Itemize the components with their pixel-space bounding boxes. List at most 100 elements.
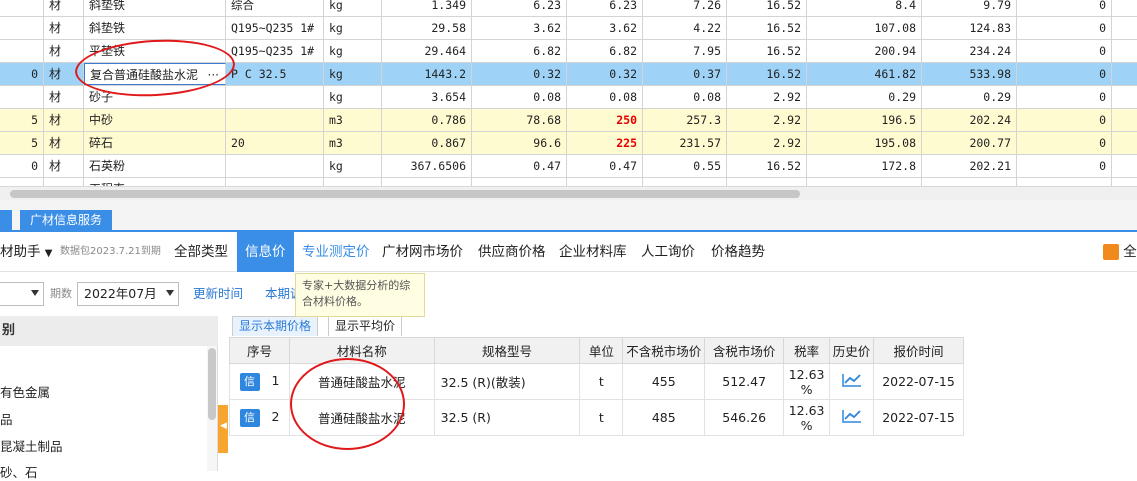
cell-a2[interactable]: 0.29 — [922, 86, 1017, 108]
cell-idx[interactable]: 0 — [0, 155, 44, 177]
scrollbar-thumb[interactable] — [10, 190, 800, 198]
scrollbar-thumb[interactable] — [208, 348, 216, 420]
cell-p3[interactable]: 257.3 — [643, 109, 727, 131]
cell-spec[interactable] — [226, 178, 324, 186]
cell-spec[interactable]: 20 — [226, 132, 324, 154]
cell-a1[interactable]: 461.82 — [807, 63, 922, 85]
cell-unit[interactable]: t — [579, 363, 624, 400]
cell-unit[interactable]: kg — [324, 63, 382, 85]
cell-z[interactable]: 0 — [1017, 17, 1112, 39]
table-row[interactable]: 材斜垫铁 Q195~Q235 1# kg 29.58 3.62 3.62 4.22 16.52… — [0, 17, 1137, 40]
cell-a1[interactable]: 195.08 — [807, 132, 922, 154]
cell-qty[interactable]: 3.654 — [382, 86, 472, 108]
cell-price-ex[interactable]: 485 — [622, 399, 706, 436]
cell-a1[interactable]: 200.94 — [807, 40, 922, 62]
cell-type[interactable] — [44, 178, 84, 186]
cell-tax[interactable]: 2.92 — [727, 132, 807, 154]
assistant-dropdown[interactable]: 材助手 ▼ — [0, 232, 53, 272]
cell-p1[interactable]: 0.08 — [472, 86, 567, 108]
cell-p1[interactable]: 3.62 — [472, 17, 567, 39]
cell-idx[interactable] — [0, 0, 44, 16]
cell-idx[interactable]: 0 — [0, 63, 44, 85]
cell-extra[interactable] — [1112, 63, 1137, 85]
cell-qty[interactable]: 0.867 — [382, 132, 472, 154]
cell-p3[interactable]: 7.26 — [643, 0, 727, 16]
cell-idx[interactable]: 5 — [0, 109, 44, 131]
cell-z[interactable]: 0 — [1017, 132, 1112, 154]
cell-price-in[interactable]: 546.26 — [704, 399, 785, 436]
menu-info-price[interactable]: 信息价 — [237, 232, 294, 272]
menu-expert-price[interactable]: 专业测定价 — [302, 232, 370, 272]
cell-idx[interactable] — [0, 178, 44, 186]
cell-history[interactable] — [829, 399, 875, 436]
cell-a1[interactable]: 196.5 — [807, 109, 922, 131]
menu-price-trend[interactable]: 价格趋势 — [711, 232, 765, 272]
cell-a2[interactable]: 124.83 — [922, 17, 1017, 39]
region-select[interactable] — [0, 282, 44, 306]
cell-name[interactable]: 石英粉 — [84, 155, 226, 177]
cell-extra[interactable] — [1112, 155, 1137, 177]
cell-type[interactable]: 材 — [44, 109, 84, 131]
cell-tax[interactable]: 16.52 — [727, 17, 807, 39]
cell-p2[interactable]: 6.82 — [567, 40, 643, 62]
cell-p1[interactable]: 96.6 — [472, 132, 567, 154]
menu-supplier-price[interactable]: 供应商价格 — [478, 232, 546, 272]
cell-qty[interactable]: 367.6506 — [382, 155, 472, 177]
cell-spec[interactable] — [226, 155, 324, 177]
cell-z[interactable]: 0 — [1017, 86, 1112, 108]
cell-tax[interactable]: 16.52 — [727, 0, 807, 16]
cell-p1[interactable]: 6.23 — [472, 0, 567, 16]
cell-a2[interactable]: 234.24 — [922, 40, 1017, 62]
cell-p2[interactable]: 0.47 — [567, 155, 643, 177]
cell-idx[interactable] — [0, 17, 44, 39]
cell-a2[interactable] — [922, 178, 1017, 186]
cell-p3[interactable]: 0.37 — [643, 63, 727, 85]
cell-extra[interactable] — [1112, 17, 1137, 39]
cell-p1[interactable]: 0.47 — [472, 155, 567, 177]
cell-idx[interactable] — [0, 86, 44, 108]
cell-a2[interactable]: 200.77 — [922, 132, 1017, 154]
cell-spec[interactable]: 32.5 (R)(散装) — [433, 363, 581, 400]
cell-unit[interactable]: m3 — [324, 132, 382, 154]
trend-chart-icon[interactable] — [841, 409, 862, 423]
cell-extra[interactable] — [1112, 40, 1137, 62]
cell-qty[interactable] — [382, 178, 472, 186]
cell-price-ex[interactable]: 455 — [622, 363, 706, 400]
cell-a1[interactable]: 8.4 — [807, 0, 922, 16]
trend-chart-icon[interactable] — [841, 373, 862, 387]
cell-p2[interactable]: 250 — [567, 109, 643, 131]
cell-p3[interactable]: 0.08 — [643, 86, 727, 108]
cell-spec[interactable]: 综合 — [226, 0, 324, 16]
cell-unit[interactable]: kg — [324, 40, 382, 62]
cell-z[interactable]: 0 — [1017, 155, 1112, 177]
cell-extra[interactable] — [1112, 86, 1137, 108]
cell-name[interactable]: 斜垫铁 — [84, 0, 226, 16]
cell-p1[interactable]: 78.68 — [472, 109, 567, 131]
cell-type[interactable]: 材 — [44, 40, 84, 62]
tree-item-nonferrous[interactable]: 有色金属 — [0, 382, 50, 401]
tree-item-concrete[interactable]: 昆凝土制品 — [0, 436, 63, 455]
menu-market-price[interactable]: 广材网市场价 — [382, 232, 463, 272]
cell-history[interactable] — [829, 363, 875, 400]
cell-tax[interactable]: 16.52 — [727, 40, 807, 62]
cell-a2[interactable]: 202.21 — [922, 155, 1017, 177]
cell-name[interactable]: 碎石 — [84, 132, 226, 154]
cell-p3[interactable]: 231.57 — [643, 132, 727, 154]
cell-p1[interactable]: 6.82 — [472, 40, 567, 62]
cell-p3[interactable]: 4.22 — [643, 17, 727, 39]
cell-rate[interactable]: 12.63 % — [783, 363, 831, 400]
cell-extra[interactable] — [1112, 178, 1137, 186]
cell-p2[interactable]: 3.62 — [567, 17, 643, 39]
cell-type[interactable]: 材 — [44, 0, 84, 16]
table-row[interactable]: 5 材碎石 20 m3 0.867 96.6 225 231.57 2.92 195.08 200.… — [0, 132, 1137, 155]
cell-tax[interactable]: 2.92 — [727, 86, 807, 108]
cell-a2[interactable]: 533.98 — [922, 63, 1017, 85]
cell-qty[interactable]: 29.58 — [382, 17, 472, 39]
cell-extra[interactable] — [1112, 0, 1137, 16]
table-row[interactable]: 工程直 — [0, 178, 1137, 186]
menu-all-types[interactable]: 全部类型 — [174, 232, 228, 272]
cell-unit[interactable]: kg — [324, 0, 382, 16]
cell-p3[interactable]: 0.55 — [643, 155, 727, 177]
cell-extra[interactable] — [1112, 132, 1137, 154]
cell-a1[interactable] — [807, 178, 922, 186]
